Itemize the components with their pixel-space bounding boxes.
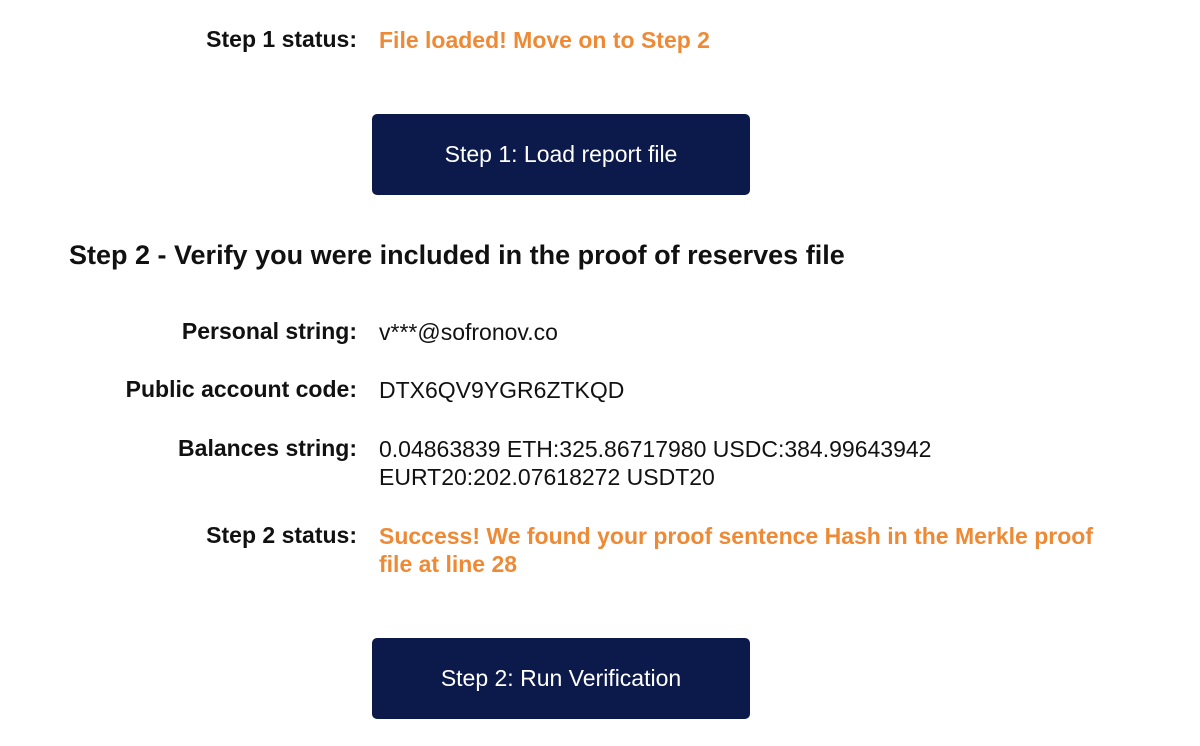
balances-string-label: Balances string:	[178, 435, 357, 461]
load-report-file-button[interactable]: Step 1: Load report file	[372, 114, 750, 195]
step2-status-line-2: file at line 28	[379, 551, 518, 577]
step1-status-label: Step 1 status:	[206, 26, 357, 52]
run-verification-button[interactable]: Step 2: Run Verification	[372, 638, 750, 719]
public-account-code-label: Public account code:	[125, 376, 357, 402]
balances-string-line-2: EURT20:202.07618272 USDT20	[379, 464, 715, 490]
public-account-code-value: DTX6QV9YGR6ZTKQD	[379, 377, 625, 403]
step2-status-label: Step 2 status:	[206, 522, 357, 548]
step2-status-line-1: Success! We found your proof sentence Ha…	[379, 523, 1093, 549]
step1-status-value: File loaded! Move on to Step 2	[379, 27, 710, 53]
balances-string-value: 0.04863839 ETH:325.86717980 USDC:384.996…	[379, 435, 1159, 491]
personal-string-value: v***@sofronov.co	[379, 319, 558, 345]
balances-string-line-1: 0.04863839 ETH:325.86717980 USDC:384.996…	[379, 436, 932, 462]
step2-heading: Step 2 - Verify you were included in the…	[69, 240, 845, 270]
step2-status-value: Success! We found your proof sentence Ha…	[379, 522, 1159, 578]
personal-string-label: Personal string:	[181, 318, 357, 344]
